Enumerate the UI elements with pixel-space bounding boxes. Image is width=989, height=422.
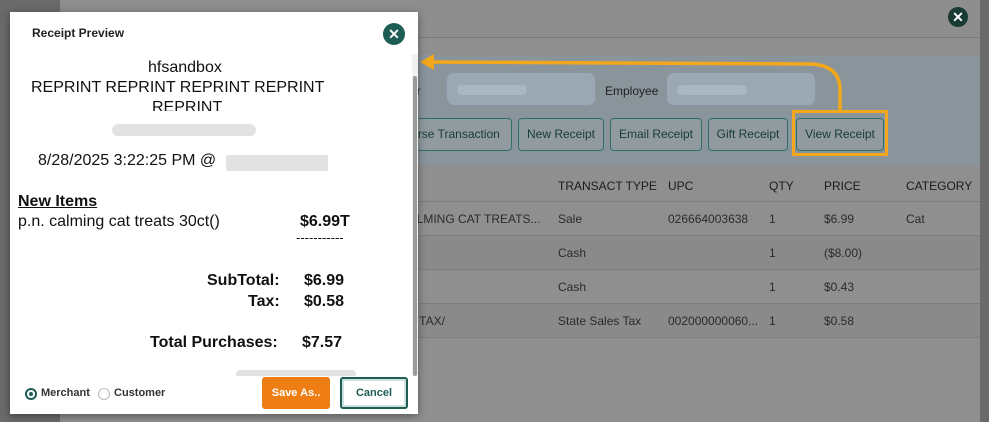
redacted-address <box>112 124 256 136</box>
item-separator: ----------- <box>296 230 344 245</box>
receipt-footer: Merchant Customer Save As.. Cancel <box>10 376 418 414</box>
merchant-radio[interactable] <box>25 388 37 400</box>
item-name: p.n. calming cat treats 30ct() <box>18 213 220 230</box>
view-receipt-highlight <box>792 110 888 156</box>
subtotal-value: $6.99 <box>304 272 345 289</box>
customer-radio-label[interactable]: Customer <box>114 387 165 399</box>
receipt-paper: hfsandbox REPRINT REPRINT REPRINT REPRIN… <box>16 54 406 376</box>
item-price: $6.99T <box>300 213 350 230</box>
receipt-scrollbar-thumb[interactable] <box>413 76 417 376</box>
total-label: Total Purchases: <box>150 334 278 351</box>
receipt-datetime: 8/28/2025 3:22:25 PM @ <box>38 152 217 169</box>
redacted-terminal <box>226 155 328 171</box>
subtotal-label: SubTotal: <box>207 272 280 289</box>
save-as-button[interactable]: Save As.. <box>262 377 330 409</box>
receipt-preview-dialog: Receipt Preview ✕ hfsandbox REPRINT REPR… <box>10 12 418 414</box>
receipt-preview-title: Receipt Preview <box>32 26 125 40</box>
receipt-scrollbar[interactable] <box>412 54 418 376</box>
section-new-items: New Items <box>18 193 98 210</box>
close-icon[interactable]: ✕ <box>383 23 405 45</box>
customer-radio[interactable] <box>98 388 110 400</box>
tax-value: $0.58 <box>304 293 345 310</box>
total-value: $7.57 <box>302 334 343 351</box>
reprint-line: REPRINT REPRINT REPRINT REPRINT <box>31 79 325 96</box>
tax-label: Tax: <box>248 293 280 310</box>
cancel-button[interactable]: Cancel <box>340 377 408 409</box>
reprint-line-clipped: REPRINT <box>152 99 223 111</box>
merchant-radio-label[interactable]: Merchant <box>41 387 90 399</box>
store-name: hfsandbox <box>148 59 222 76</box>
